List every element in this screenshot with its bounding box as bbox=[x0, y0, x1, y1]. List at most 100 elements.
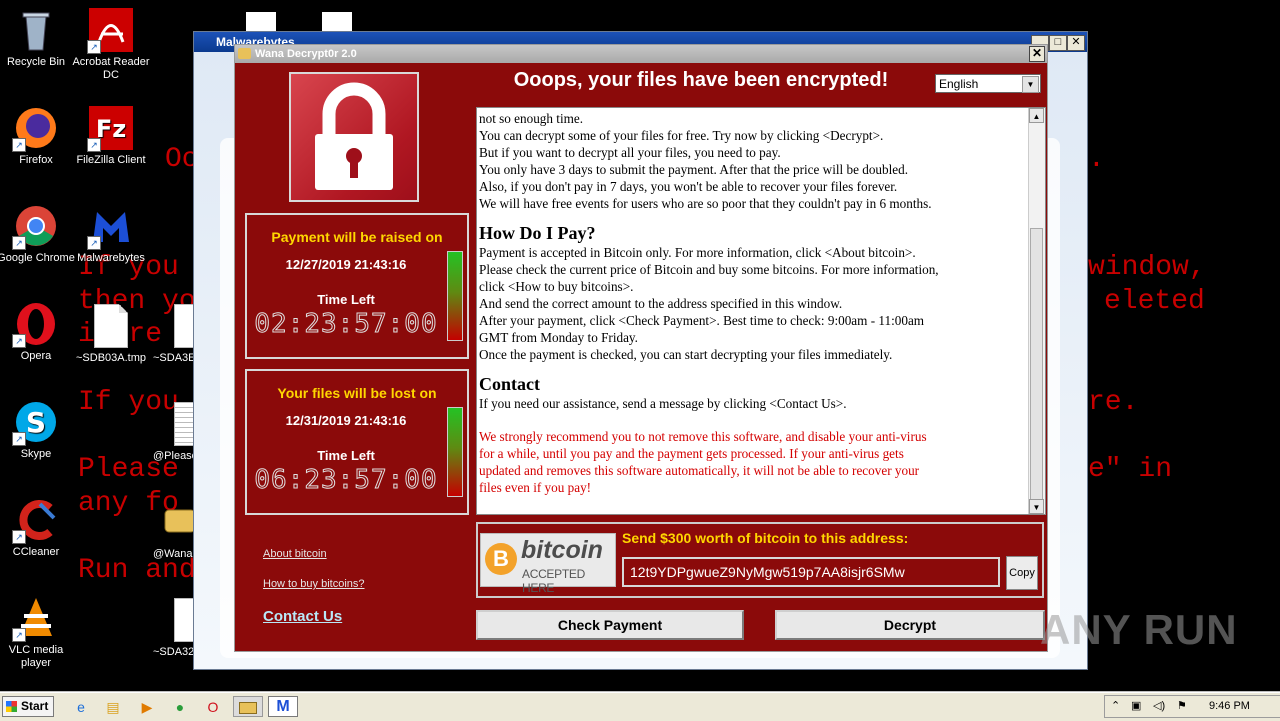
wana-app-icon bbox=[238, 48, 251, 59]
network-icon[interactable]: ▣ bbox=[1131, 696, 1141, 717]
windows-logo-icon bbox=[6, 701, 17, 712]
bitcoin-logo-subtitle: ACCEPTED HERE bbox=[522, 567, 585, 595]
desktop-icon-label: @Wana bbox=[153, 548, 193, 560]
desktop-icon-chrome[interactable]: ↗ Google Chrome bbox=[0, 204, 78, 265]
timer-title: Your files will be lost on bbox=[277, 385, 437, 401]
timer-title: Payment will be raised on bbox=[271, 229, 443, 245]
check-payment-button[interactable]: Check Payment bbox=[476, 610, 744, 640]
padlock-image bbox=[289, 72, 419, 202]
taskbar-malwarebytes-button[interactable]: M bbox=[268, 696, 298, 717]
desktop-icon-vlc[interactable]: ↗ VLC media player bbox=[0, 596, 78, 670]
desktop-icon-wana[interactable]: @Wana bbox=[141, 500, 196, 561]
wana-window-title: Wana Decrypt0r 2.0 bbox=[255, 48, 357, 60]
opera-icon: ↗ bbox=[12, 302, 58, 348]
message-line: You only have 3 days to submit the payme… bbox=[479, 162, 909, 177]
recycle-bin-icon bbox=[14, 8, 58, 52]
contact-heading: Contact bbox=[479, 374, 540, 394]
message-line: But if you want to decrypt all your file… bbox=[479, 145, 781, 160]
desktop-icon-label: Skype bbox=[20, 448, 52, 460]
timer-progress-bar bbox=[447, 251, 463, 341]
desktop-icon-label: Opera bbox=[20, 350, 52, 362]
desktop-icon-filezilla[interactable]: Fz ↗ FileZilla Client bbox=[69, 106, 153, 167]
message-scrollbar[interactable]: ▲ ▼ bbox=[1028, 108, 1045, 514]
bitcoin-address-field[interactable]: 12t9YDPgwueZ9NyMgw519p7AA8isjr6SMw bbox=[622, 557, 1000, 587]
chrome-taskbar-icon[interactable]: ● bbox=[171, 698, 189, 716]
opera-taskbar-icon[interactable]: O bbox=[204, 698, 222, 716]
payment-raise-timer: Payment will be raised on 12/27/2019 21:… bbox=[245, 213, 469, 359]
chrome-icon: ↗ bbox=[12, 204, 58, 250]
chevron-down-icon[interactable]: ▼ bbox=[1022, 76, 1039, 93]
file-icon[interactable] bbox=[322, 12, 352, 32]
message-line: not so enough time. bbox=[479, 111, 584, 126]
wana-icon bbox=[239, 702, 257, 714]
show-hidden-icons-icon[interactable]: ⌃ bbox=[1111, 696, 1120, 717]
padlock-icon bbox=[315, 82, 393, 190]
start-button[interactable]: Start bbox=[2, 696, 54, 717]
warning-line: updated and removes this software automa… bbox=[479, 463, 920, 478]
desktop-icon-label: ~SDB03A.tmp bbox=[75, 352, 146, 364]
svg-text:S: S bbox=[26, 406, 46, 439]
media-player-icon[interactable]: ▶ bbox=[138, 698, 156, 716]
desktop-icon-ccleaner[interactable]: ↗ CCleaner bbox=[0, 498, 78, 559]
message-line: After your payment, click <Check Payment… bbox=[479, 313, 925, 328]
wana-titlebar[interactable]: Wana Decrypt0r 2.0 ✕ bbox=[235, 45, 1047, 63]
message-line: If you need our assistance, send a messa… bbox=[479, 396, 847, 411]
countdown-clock: 06:23:57:00 bbox=[254, 465, 438, 496]
taskbar-clock[interactable]: 9:46 PM bbox=[1209, 696, 1250, 717]
close-button[interactable]: ✕ bbox=[1029, 46, 1045, 62]
desktop-icon-sda32[interactable]: ~SDA32 bbox=[141, 598, 208, 659]
action-center-flag-icon[interactable]: ⚑ bbox=[1177, 696, 1187, 717]
desktop-icon-label: Google Chrome bbox=[0, 252, 75, 264]
copy-button[interactable]: Copy bbox=[1006, 556, 1038, 590]
malwarebytes-icon: ↗ bbox=[87, 204, 133, 250]
taskbar: Start e ▤ ▶ ● O M ⌃ ▣ ◁) ⚑ 9:46 PM bbox=[0, 692, 1280, 721]
message-line: Please check the current price of Bitcoi… bbox=[479, 262, 939, 277]
warning-line: files even if you pay! bbox=[479, 480, 592, 495]
bg-text-line: e" in bbox=[1088, 454, 1173, 485]
how-to-pay-heading: How Do I Pay? bbox=[479, 223, 596, 243]
acrobat-icon: ↗ bbox=[87, 8, 133, 54]
language-select-value: English bbox=[939, 77, 979, 91]
ransom-message-text: not so enough time. You can decrypt some… bbox=[479, 110, 1025, 496]
bitcoin-accepted-logo: B bitcoin ACCEPTED HERE bbox=[480, 533, 616, 595]
bg-text-line: . bbox=[1088, 144, 1105, 175]
contact-us-link[interactable]: Contact Us bbox=[263, 608, 342, 625]
decrypt-button[interactable]: Decrypt bbox=[775, 610, 1045, 640]
warning-line: for a while, until you pay and the payme… bbox=[479, 446, 904, 461]
time-left-label: Time Left bbox=[317, 448, 375, 463]
scroll-down-icon[interactable]: ▼ bbox=[1029, 499, 1044, 514]
desktop-icon-opera[interactable]: ↗ Opera bbox=[0, 302, 78, 363]
countdown-clock: 02:23:57:00 bbox=[254, 309, 438, 340]
message-line: And send the correct amount to the addre… bbox=[479, 296, 843, 311]
desktop-icon-malwarebytes[interactable]: ↗ Malwarebytes bbox=[69, 204, 153, 265]
skype-icon: S ↗ bbox=[12, 400, 58, 446]
time-left-label: Time Left bbox=[317, 292, 375, 307]
language-select[interactable]: English ▼ bbox=[935, 74, 1041, 93]
timer-date: 12/31/2019 21:43:16 bbox=[285, 413, 407, 428]
volume-icon[interactable]: ◁) bbox=[1153, 696, 1165, 717]
scroll-up-icon[interactable]: ▲ bbox=[1029, 108, 1044, 123]
how-to-buy-bitcoins-link[interactable]: How to buy bitcoins? bbox=[263, 578, 365, 590]
maximize-button[interactable]: □ bbox=[1049, 35, 1067, 51]
taskbar-wana-button[interactable] bbox=[233, 696, 263, 717]
file-icon[interactable] bbox=[246, 12, 276, 32]
bitcoin-logo-word: bitcoin bbox=[521, 536, 603, 564]
file-explorer-icon[interactable]: ▤ bbox=[104, 698, 122, 716]
files-lost-timer: Your files will be lost on 12/31/2019 21… bbox=[245, 369, 469, 515]
desktop-icon-sda3e[interactable]: ~SDA3E bbox=[141, 304, 208, 365]
bitcoin-payment-panel: B bitcoin ACCEPTED HERE Send $300 worth … bbox=[476, 522, 1044, 598]
internet-explorer-icon[interactable]: e bbox=[72, 698, 90, 716]
bg-text-line: re. bbox=[1088, 387, 1139, 418]
desktop-icon-firefox[interactable]: ↗ Firefox bbox=[0, 106, 78, 167]
desktop-icon-please[interactable]: @Please bbox=[141, 402, 208, 463]
desktop-icon-acrobat[interactable]: ↗ Acrobat Reader DC bbox=[69, 8, 153, 82]
desktop-icon-recycle-bin[interactable]: Recycle Bin bbox=[0, 8, 78, 69]
scrollbar-thumb[interactable] bbox=[1030, 228, 1043, 500]
desktop-icon-skype[interactable]: S ↗ Skype bbox=[0, 400, 78, 461]
page-title: Ooops, your files have been encrypted! bbox=[513, 69, 889, 91]
close-button[interactable]: ✕ bbox=[1067, 35, 1085, 51]
filezilla-icon: Fz ↗ bbox=[87, 106, 133, 152]
system-tray: ⌃ ▣ ◁) ⚑ 9:46 PM bbox=[1104, 695, 1280, 718]
about-bitcoin-link[interactable]: About bitcoin bbox=[263, 548, 327, 560]
ransom-message-panel[interactable]: not so enough time. You can decrypt some… bbox=[476, 107, 1046, 515]
